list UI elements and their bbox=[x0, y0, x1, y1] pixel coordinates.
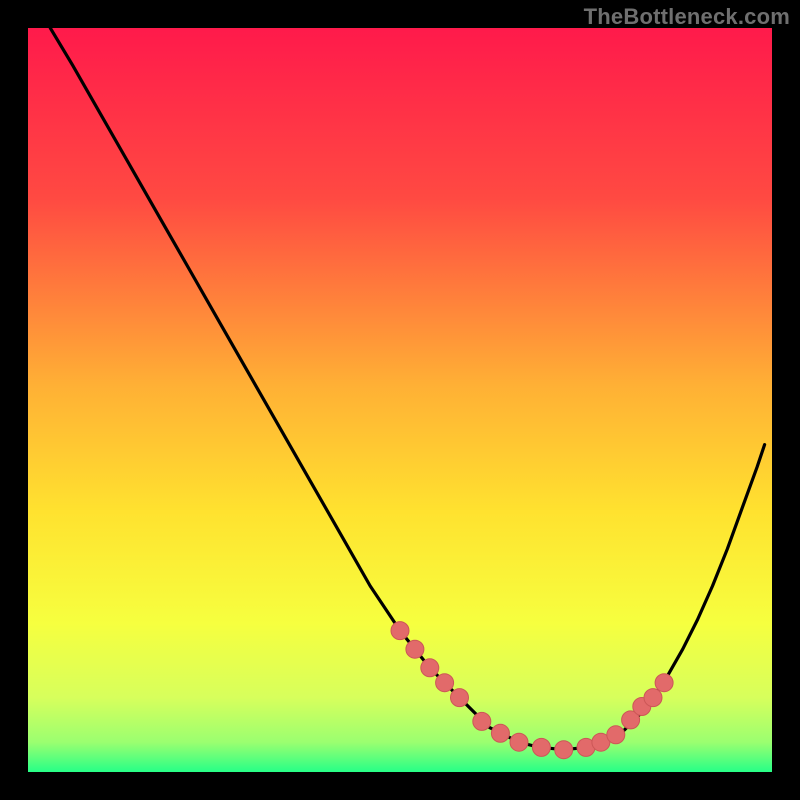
marker-point bbox=[532, 738, 550, 756]
marker-point bbox=[607, 726, 625, 744]
chart-svg bbox=[28, 28, 772, 772]
watermark-label: TheBottleneck.com bbox=[584, 4, 790, 30]
marker-point bbox=[555, 741, 573, 759]
marker-point bbox=[451, 689, 469, 707]
marker-point bbox=[473, 712, 491, 730]
marker-point bbox=[644, 689, 662, 707]
marker-point bbox=[491, 724, 509, 742]
marker-point bbox=[406, 640, 424, 658]
marker-point bbox=[655, 674, 673, 692]
marker-point bbox=[421, 659, 439, 677]
gradient-background bbox=[28, 28, 772, 772]
chart-container: TheBottleneck.com bbox=[0, 0, 800, 800]
marker-point bbox=[510, 733, 528, 751]
marker-point bbox=[436, 674, 454, 692]
marker-point bbox=[391, 622, 409, 640]
